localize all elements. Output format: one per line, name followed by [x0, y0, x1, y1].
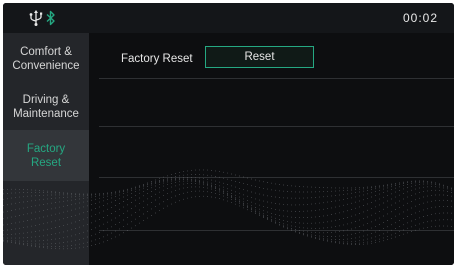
divider [99, 126, 454, 127]
reset-button[interactable]: Reset [205, 46, 314, 68]
status-bar: 00:02 [3, 3, 454, 33]
divider [99, 78, 454, 79]
infotainment-screen: 00:02 Comfort & Convenience Driving & Ma… [3, 3, 454, 265]
clock: 00:02 [402, 11, 438, 25]
sidebar-item-driving-maintenance[interactable]: Driving & Maintenance [3, 84, 89, 130]
sidebar-item-comfort-convenience[interactable]: Comfort & Convenience [3, 33, 89, 84]
bluetooth-icon [46, 10, 55, 26]
usb-icon [29, 10, 43, 26]
background-wave-pattern [3, 169, 452, 250]
factory-reset-label: Factory Reset [121, 53, 193, 65]
